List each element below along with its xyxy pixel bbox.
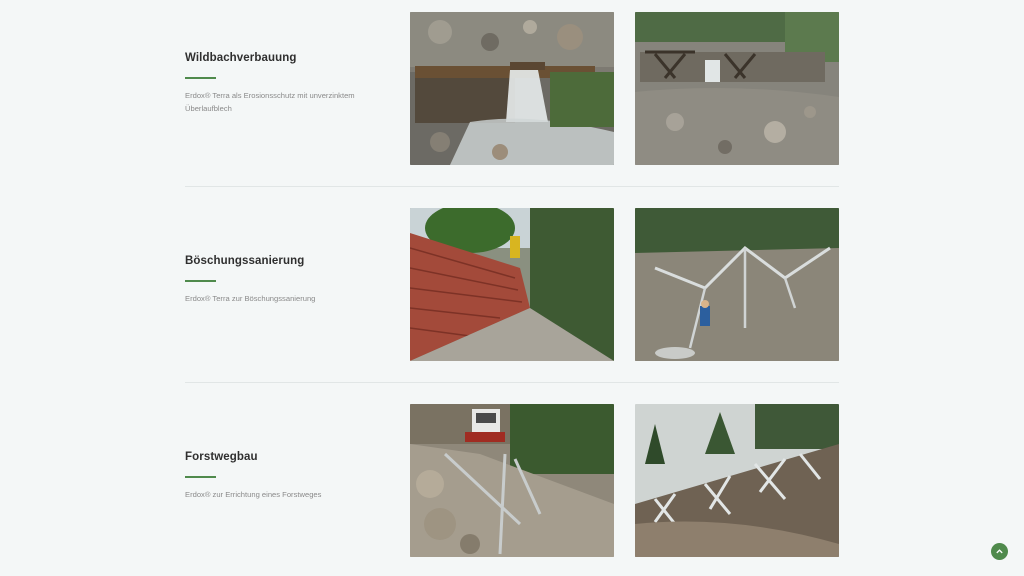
section-title: Wildbachverbauung bbox=[185, 52, 297, 64]
section-divider bbox=[185, 186, 839, 187]
section-text: Forstwegbau Erdox® zur Errichtung eines … bbox=[185, 451, 385, 501]
scroll-to-top-button[interactable] bbox=[991, 543, 1008, 560]
excavator-slope-photo[interactable] bbox=[410, 404, 614, 557]
section-description: Erdox® zur Errichtung eines Forstweges bbox=[185, 490, 322, 499]
section-divider bbox=[185, 382, 839, 383]
section-description: Erdox® Terra als Erosionsschutz mit unve… bbox=[185, 91, 355, 113]
steel-frame-slope-photo[interactable] bbox=[635, 208, 839, 361]
title-underline bbox=[185, 77, 216, 79]
red-mesh-slope-photo[interactable] bbox=[410, 208, 614, 361]
section-title: Böschungssanierung bbox=[185, 255, 305, 267]
frame-embankment-photo[interactable] bbox=[635, 404, 839, 557]
torrent-check-dams-photo[interactable] bbox=[635, 12, 839, 165]
section-text: Böschungssanierung Erdox® Terra zur Bösc… bbox=[185, 255, 385, 305]
section-description: Erdox® Terra zur Böschungssanierung bbox=[185, 294, 316, 303]
title-underline bbox=[185, 476, 216, 478]
chevron-up-icon bbox=[996, 549, 1003, 554]
section-title: Forstwegbau bbox=[185, 451, 258, 463]
title-underline bbox=[185, 280, 216, 282]
torrent-weir-waterfall-photo[interactable] bbox=[410, 12, 614, 165]
section-text: Wildbachverbauung Erdox® Terra als Erosi… bbox=[185, 52, 385, 115]
